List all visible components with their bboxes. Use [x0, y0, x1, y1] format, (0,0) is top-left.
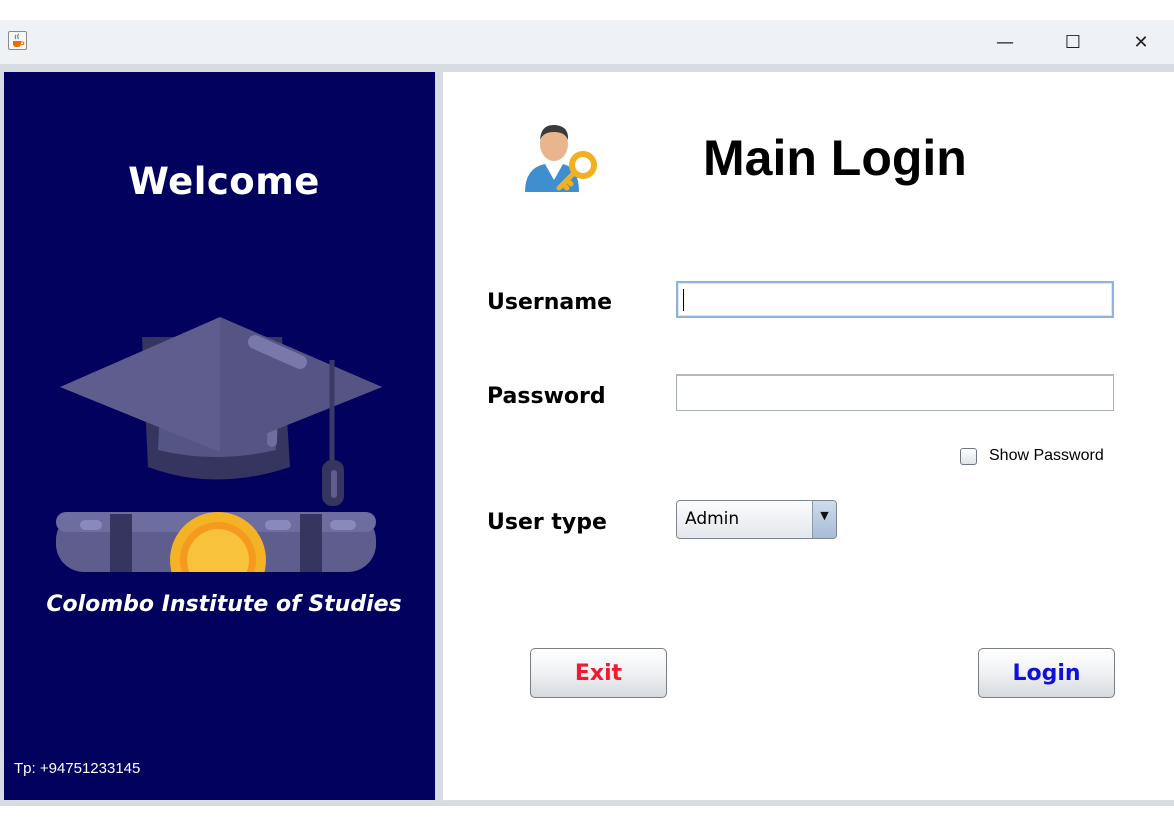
user-key-icon — [525, 124, 597, 192]
close-button[interactable]: ✕ — [1108, 20, 1174, 64]
password-label: Password — [487, 384, 606, 409]
window-title-bar: — ☐ ✕ — [0, 20, 1174, 64]
maximize-button[interactable]: ☐ — [1040, 20, 1106, 64]
user-type-label: User type — [487, 510, 607, 535]
page-title: Main Login — [703, 130, 967, 186]
show-password-toggle[interactable]: Show Password — [960, 447, 1104, 465]
java-cup-icon[interactable] — [8, 31, 27, 50]
dropdown-arrow-icon[interactable]: ▼ — [812, 501, 836, 538]
show-password-label: Show Password — [989, 447, 1104, 464]
login-panel: Main Login Username Password Show Passwo… — [443, 72, 1174, 800]
username-input[interactable] — [676, 281, 1114, 318]
welcome-heading: Welcome — [128, 160, 320, 203]
user-type-select[interactable]: Admin ▼ — [676, 500, 837, 539]
minimize-button[interactable]: — — [972, 20, 1038, 64]
graduation-cap-diploma-icon — [56, 317, 382, 572]
login-button[interactable]: Login — [978, 648, 1115, 698]
phone-number: Tp: +94751233145 — [14, 760, 141, 777]
window-frame: Welcome Colombo Institute of Studies Tp:… — [0, 64, 1174, 806]
branding-panel: Welcome Colombo Institute of Studies Tp:… — [4, 72, 435, 800]
username-label: Username — [487, 290, 613, 315]
password-input[interactable] — [676, 374, 1114, 411]
window-bottom-edge — [0, 806, 1174, 826]
show-password-checkbox[interactable] — [960, 447, 977, 465]
exit-button[interactable]: Exit — [530, 648, 667, 698]
text-caret — [683, 289, 684, 311]
institute-name: Colombo Institute of Studies — [46, 592, 402, 617]
user-type-value: Admin — [685, 509, 740, 529]
